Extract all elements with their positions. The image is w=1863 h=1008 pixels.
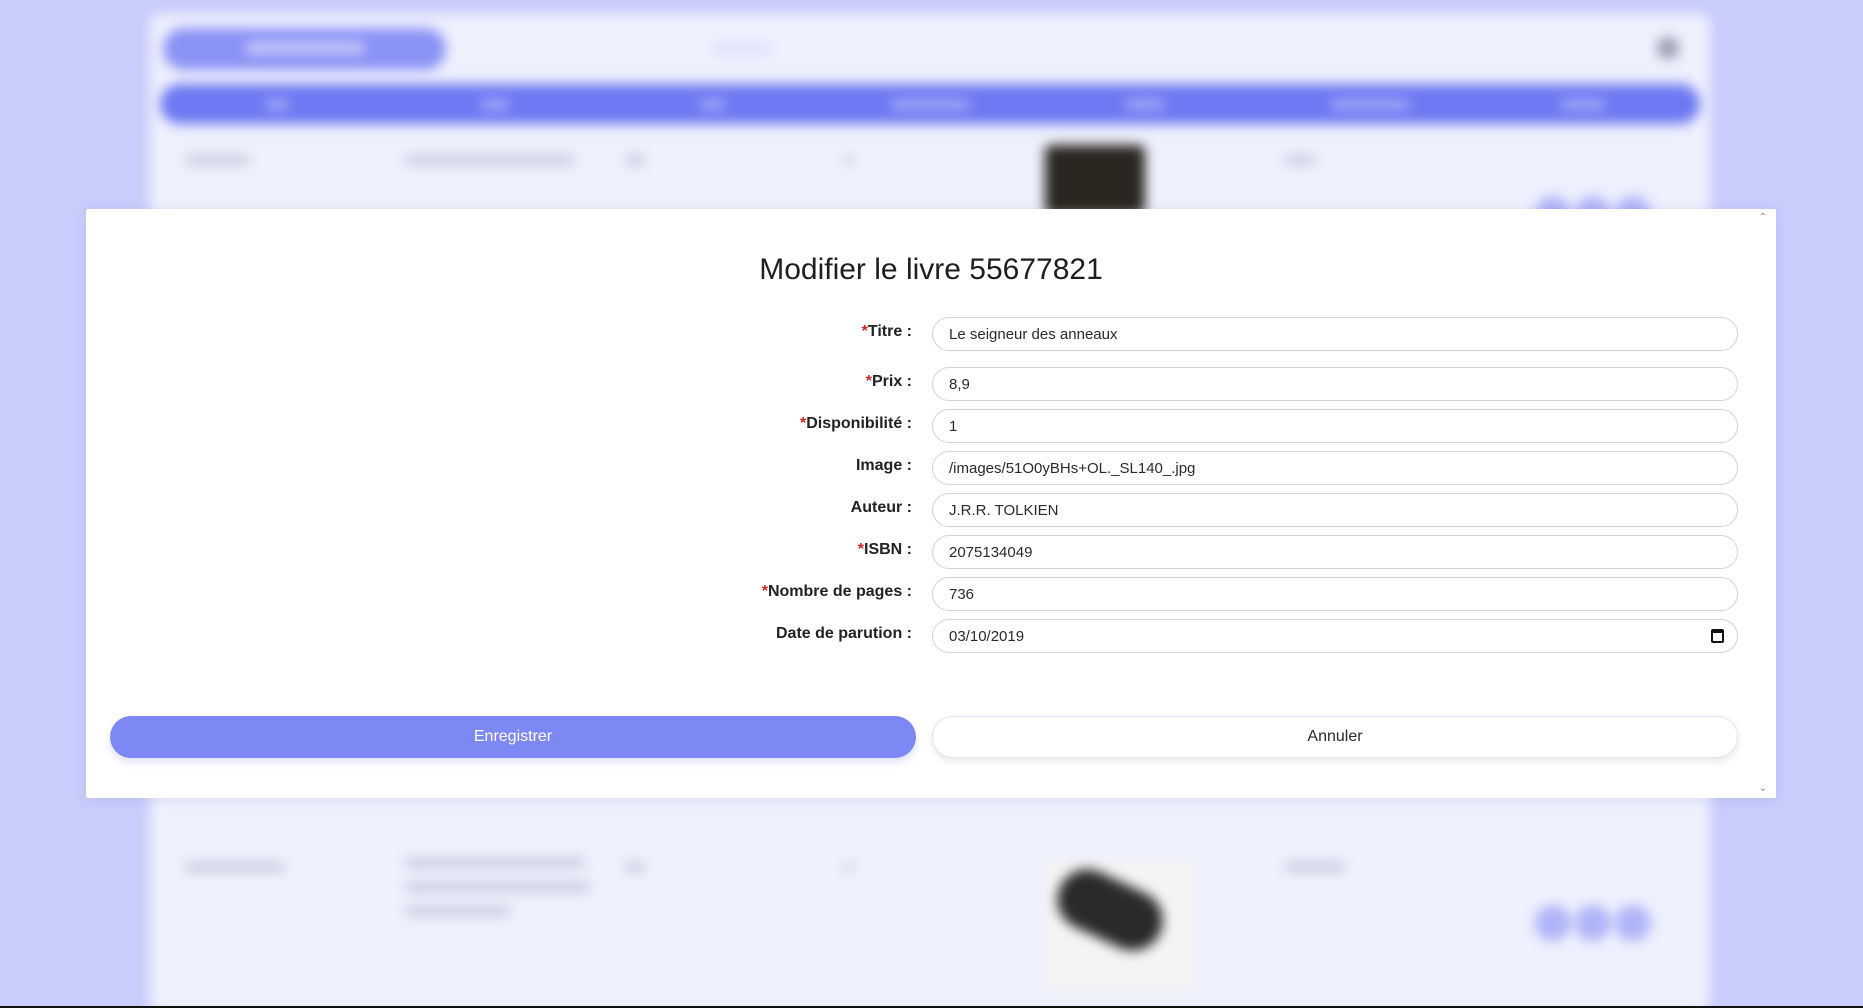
save-button[interactable]: Enregistrer <box>110 716 916 758</box>
form-row-date-parution: Date de parution : <box>86 619 1776 653</box>
background-column-header <box>890 100 970 109</box>
prix-input[interactable] <box>932 367 1738 401</box>
background-column-header <box>1560 100 1606 109</box>
form-row-titre: *Titre : <box>86 317 1776 351</box>
background-cell <box>405 882 590 892</box>
image-input[interactable] <box>932 451 1738 485</box>
background-cell <box>405 858 585 868</box>
edit-book-modal: ⌃ Modifier le livre 55677821 *Titre : *P… <box>86 209 1776 798</box>
background-cell <box>405 906 510 916</box>
background-book-cover <box>1045 860 1195 990</box>
background-cell <box>1285 155 1315 165</box>
form-row-disponibilite: *Disponibilité : <box>86 409 1776 443</box>
date-parution-input[interactable] <box>932 619 1738 653</box>
date-parution-field <box>932 619 1738 653</box>
isbn-input[interactable] <box>932 535 1738 569</box>
modal-title: Modifier le livre 55677821 <box>759 253 1103 286</box>
background-cell <box>625 155 645 165</box>
form-row-prix: *Prix : <box>86 367 1776 401</box>
background-cell <box>185 862 285 872</box>
background-cell <box>845 155 853 165</box>
background-column-header <box>480 100 510 109</box>
auteur-label: Auteur : <box>850 499 912 516</box>
disponibilite-input[interactable] <box>932 409 1738 443</box>
background-cell <box>1285 862 1345 872</box>
background-column-header <box>1330 100 1410 109</box>
background-cell <box>405 155 575 165</box>
background-column-header <box>1125 100 1165 109</box>
isbn-label: *ISBN : <box>857 541 912 558</box>
chevron-down-icon[interactable]: ⌄ <box>1758 784 1768 794</box>
form-row-auteur: Auteur : <box>86 493 1776 527</box>
nombre-pages-label: *Nombre de pages : <box>761 583 912 600</box>
cancel-button[interactable]: Annuler <box>932 716 1738 758</box>
background-cell <box>185 155 250 165</box>
date-parution-label: Date de parution : <box>775 625 912 642</box>
nombre-pages-input[interactable] <box>932 577 1738 611</box>
auteur-input[interactable] <box>932 493 1738 527</box>
background-column-header <box>265 100 289 109</box>
image-label: Image : <box>855 457 912 474</box>
background-cell <box>625 862 645 872</box>
chevron-up-icon[interactable]: ⌃ <box>1758 213 1768 223</box>
titre-label: *Titre : <box>861 323 912 340</box>
form-row-image: Image : <box>86 451 1776 485</box>
background-column-header <box>700 100 726 109</box>
disponibilite-label: *Disponibilité : <box>799 415 912 432</box>
background-cell <box>845 862 853 872</box>
background-search-icon <box>1657 37 1679 59</box>
background-book-cover <box>1045 145 1145 215</box>
titre-input[interactable] <box>932 317 1738 351</box>
background-row-actions <box>1535 905 1655 945</box>
prix-label: *Prix : <box>865 373 912 390</box>
form-row-nombre-pages: *Nombre de pages : <box>86 577 1776 611</box>
calendar-icon[interactable] <box>1711 629 1724 643</box>
form-row-isbn: *ISBN : <box>86 535 1776 569</box>
background-add-button-label <box>245 42 365 54</box>
background-search-field <box>712 44 772 54</box>
